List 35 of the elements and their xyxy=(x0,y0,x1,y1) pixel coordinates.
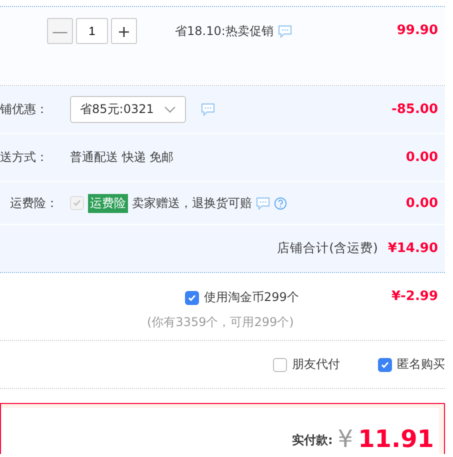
shipping-amount: 0.00 xyxy=(406,150,439,165)
quantity-field[interactable]: 1 xyxy=(76,18,108,44)
field-label: 送方式： xyxy=(0,149,49,166)
item-price: 99.90 xyxy=(396,23,439,38)
checkbox-label: 使用淘金币299个 xyxy=(204,289,299,306)
checkbox-label: 匿名购买 xyxy=(397,356,445,373)
checkbox-label: 朋友代付 xyxy=(292,356,340,373)
checkmark-icon xyxy=(187,292,197,302)
chat-icon[interactable] xyxy=(256,196,270,210)
checkbox[interactable] xyxy=(273,358,287,372)
payment-label: 实付款: xyxy=(292,432,333,449)
coin-balance-text: (你有3359个，可用299个) xyxy=(147,314,294,331)
chat-icon[interactable] xyxy=(278,25,292,38)
discount-amount: -85.00 xyxy=(391,102,439,117)
coupon-dropdown[interactable]: 省85元:0321 xyxy=(70,96,186,123)
checkmark-icon xyxy=(72,198,82,208)
checkbox[interactable] xyxy=(378,358,392,372)
shipping-method: 普通配送 快递 免邮 xyxy=(70,149,174,166)
insurance-text: 卖家赠送，退换货可赔 xyxy=(132,194,252,212)
insurance-badge: 运费险 xyxy=(88,194,128,212)
coin-discount: ¥-2.99 xyxy=(391,289,438,306)
currency-symbol: ¥ xyxy=(338,427,354,451)
help-icon[interactable] xyxy=(274,196,287,210)
shop-total-label: 店铺合计(含运费) xyxy=(277,240,378,257)
checkbox[interactable] xyxy=(185,290,199,304)
payment-amount: 11.91 xyxy=(358,427,434,451)
chat-icon[interactable] xyxy=(200,103,215,116)
increase-button[interactable]: + xyxy=(111,18,137,44)
insurance-amount: 0.00 xyxy=(406,196,439,210)
checkmark-icon xyxy=(380,360,390,370)
field-label: 铺优惠： xyxy=(0,101,49,118)
field-label: 运费险： xyxy=(9,194,59,212)
shop-total-amount: ¥14.90 xyxy=(388,241,439,256)
chevron-icon xyxy=(164,106,176,114)
promotion-text: 省18.10:热卖促销 xyxy=(175,23,274,40)
